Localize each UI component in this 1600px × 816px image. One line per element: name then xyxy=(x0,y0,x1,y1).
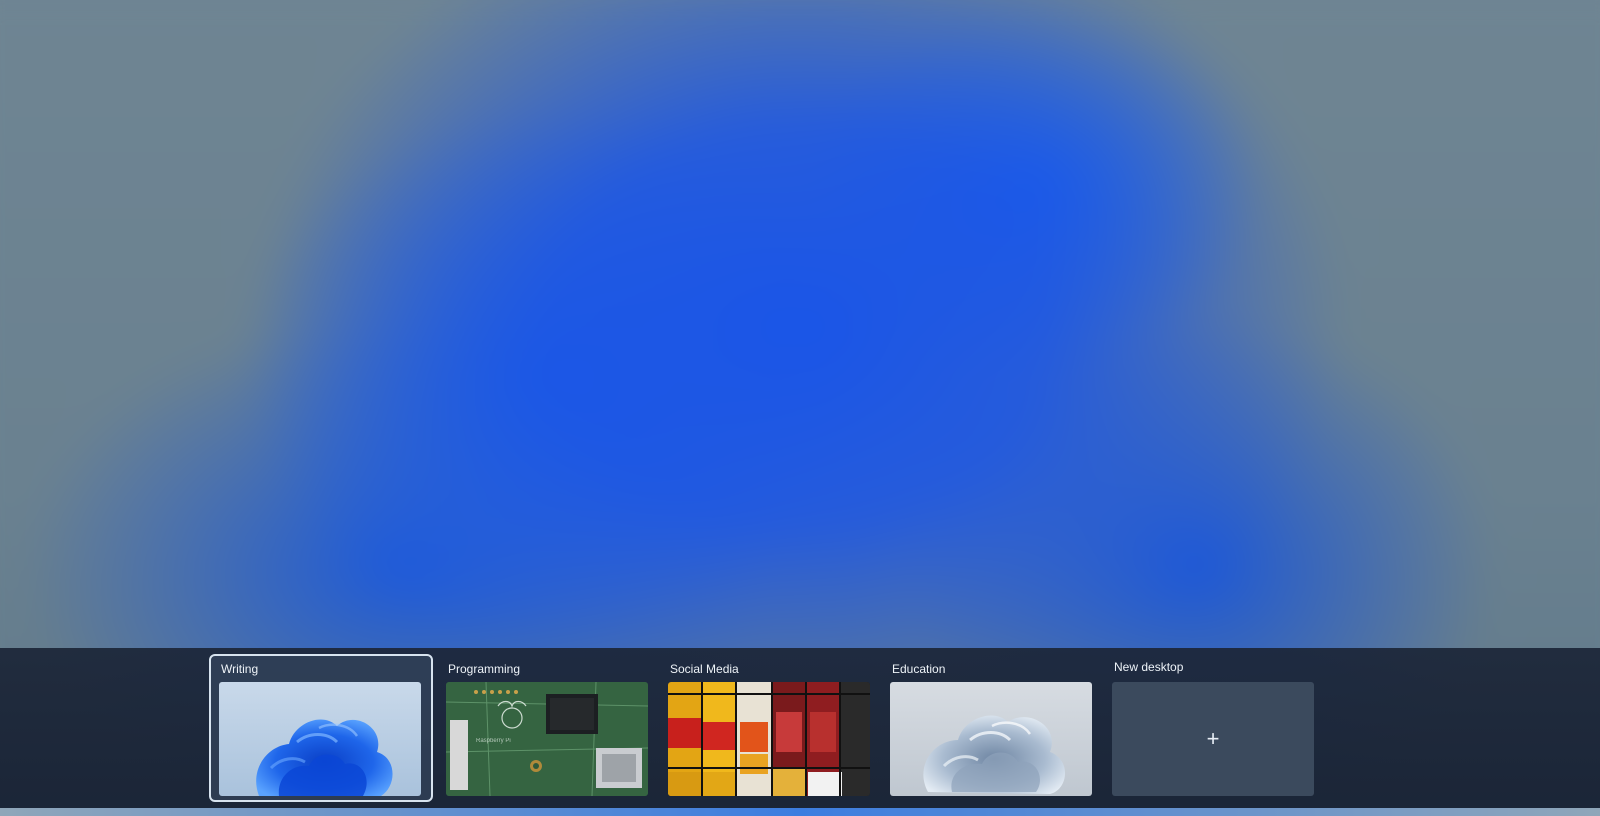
desktop-thumbnail-writing[interactable] xyxy=(219,682,421,796)
svg-text:Raspberry Pi: Raspberry Pi xyxy=(476,738,511,744)
desktop-screen: Writing Programming Raspberry Pi Social … xyxy=(0,0,1600,816)
desktop-card-social-media[interactable]: Social Media xyxy=(658,654,882,802)
new-desktop-tile[interactable]: + xyxy=(1112,682,1314,796)
bloom-white-image xyxy=(890,682,1092,796)
desktop-thumbnail-education[interactable] xyxy=(890,682,1092,796)
desktop-card-education[interactable]: Education xyxy=(880,654,1104,802)
desktop-thumbnail-programming[interactable]: Raspberry Pi xyxy=(446,682,648,796)
new-desktop-button[interactable]: New desktop + xyxy=(1102,654,1326,802)
desktop-card-programming[interactable]: Programming Raspberry Pi xyxy=(436,654,660,802)
taskbar-edge xyxy=(0,808,1600,816)
desktop-thumbnail-social-media[interactable] xyxy=(668,682,870,796)
desktop-label: Programming xyxy=(448,662,521,676)
desktop-label: Education xyxy=(892,662,946,676)
desktop-card-writing[interactable]: Writing xyxy=(209,654,433,802)
circuit-board-image: Raspberry Pi xyxy=(446,682,648,796)
film-boxes-image xyxy=(668,682,870,796)
bloom-blue-image xyxy=(219,682,421,796)
new-desktop-label: New desktop xyxy=(1114,660,1184,674)
plus-icon: + xyxy=(1206,726,1220,751)
desktop-label: Social Media xyxy=(670,662,739,676)
desktop-label: Writing xyxy=(221,662,259,676)
